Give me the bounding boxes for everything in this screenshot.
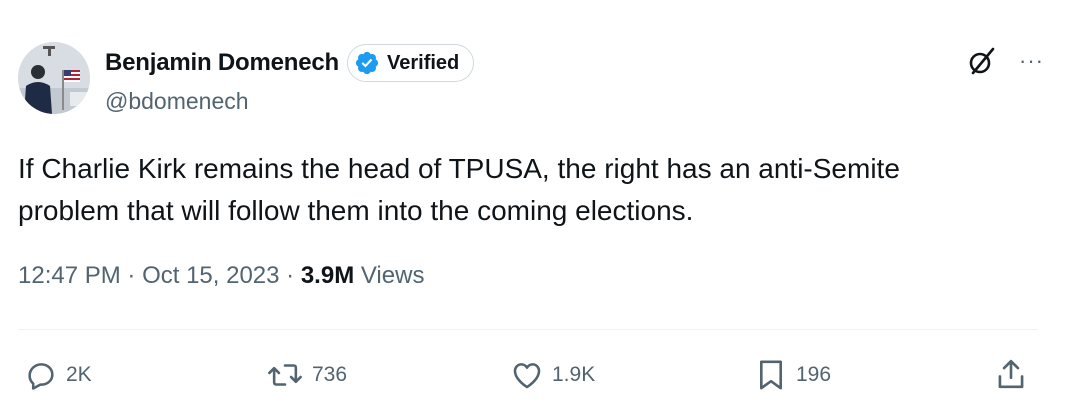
avatar-image [18,42,90,114]
repost-icon [268,364,302,386]
like-count: 1.9K [552,363,596,386]
meta-separator-2: · [279,262,301,289]
tweet-text: If Charlie Kirk remains the head of TPUS… [18,148,1038,232]
like-button[interactable]: 1.9K [510,352,595,398]
action-bar: 2K 736 1.9K 196 [24,352,1038,398]
reply-icon [28,363,54,390]
verified-checkmark-icon [355,51,379,75]
tweet-date[interactable]: Oct 15, 2023 [142,262,279,290]
author-handle[interactable]: @bdomenech [105,88,249,115]
tweet-time[interactable]: 12:47 PM [18,262,121,290]
reply-button[interactable]: 2K [24,352,92,398]
share-icon [998,359,1024,389]
bookmark-button[interactable]: 196 [754,352,831,398]
tweet-metadata: 12:47 PM · Oct 15, 2023 · 3.9M Views [18,262,424,290]
repost-count: 736 [312,363,348,386]
reply-count: 2K [66,363,92,386]
tweet-text-line-2: problem that will follow them into the c… [18,195,694,226]
more-icon[interactable]: ··· [1019,50,1044,72]
divider [18,329,1038,330]
views-count: 3.9M [300,262,355,289]
views-label: Views [354,262,425,289]
author-display-name[interactable]: Benjamin Domenech [105,49,339,77]
grok-icon[interactable] [965,44,999,78]
like-icon [513,363,541,389]
bookmark-icon [759,360,783,390]
repost-button[interactable]: 736 [266,352,347,398]
bookmark-count: 196 [796,363,832,386]
share-button[interactable] [994,352,1028,398]
author-name-row: Benjamin Domenech Verified [105,44,475,82]
avatar[interactable] [18,42,90,114]
tweet-text-line-1: If Charlie Kirk remains the head of TPUS… [18,153,900,184]
tweet-card: Benjamin Domenech Verified @bdomenech ··… [0,0,1072,412]
meta-separator-1: · [120,262,143,289]
verified-badge[interactable]: Verified [347,44,475,82]
verified-label: Verified [387,51,460,74]
tweet-top-actions: ··· [965,44,1044,78]
